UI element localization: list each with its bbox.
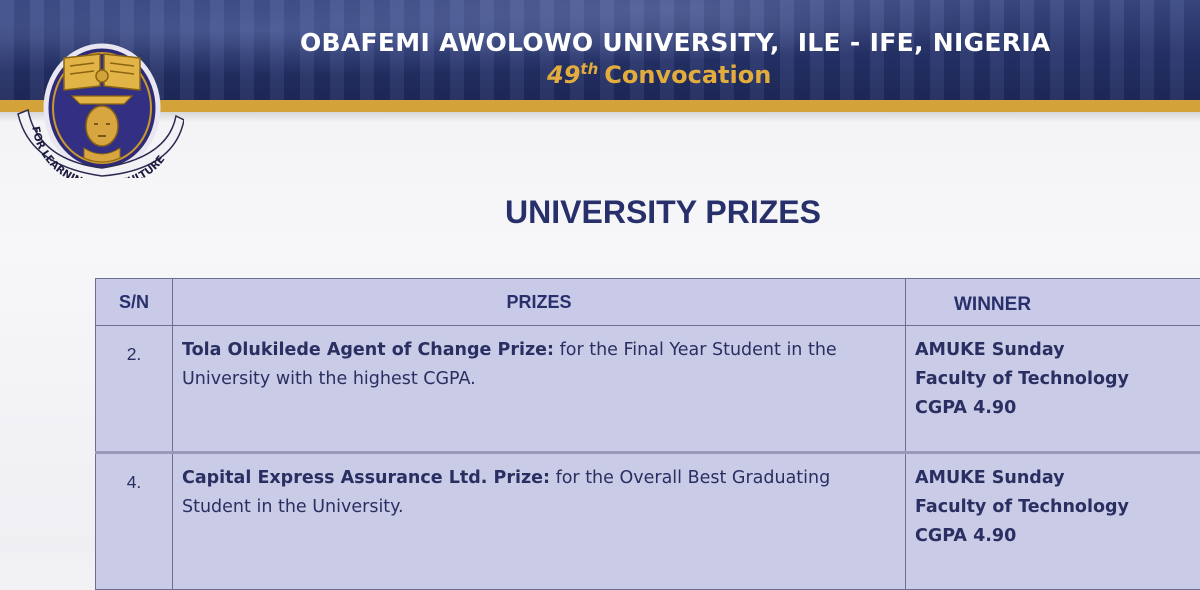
winner-faculty: Faculty of Technology xyxy=(915,493,1200,522)
winner-faculty: Faculty of Technology xyxy=(915,365,1200,394)
prize-name: Tola Olukilede Agent of Change Prize: xyxy=(182,340,554,360)
header-winner: WINNER xyxy=(906,279,1200,326)
page-title: UNIVERSITY PRIZES xyxy=(0,194,1200,231)
university-crest-logo: FOR LEARNING AND CULTURE xyxy=(8,30,184,178)
prize-description: Tola Olukilede Agent of Change Prize: fo… xyxy=(173,326,906,453)
serial-number: 4. xyxy=(96,453,173,590)
winner-info: AMUKE Sunday Faculty of Technology CGPA … xyxy=(906,326,1200,453)
winner-name: AMUKE Sunday xyxy=(915,336,1200,365)
winner-cgpa: CGPA 4.90 xyxy=(915,394,1200,423)
prizes-table: S/N PRIZES WINNER 2. Tola Olukilede Agen… xyxy=(95,278,1200,590)
prize-name: Capital Express Assurance Ltd. Prize: xyxy=(182,468,550,488)
table-row: 2. Tola Olukilede Agent of Change Prize:… xyxy=(96,326,1200,453)
header-prizes: PRIZES xyxy=(173,279,906,326)
table-row: 4. Capital Express Assurance Ltd. Prize:… xyxy=(96,453,1200,590)
convocation-suffix: th xyxy=(580,60,598,78)
convocation-label: Convocation xyxy=(604,61,771,89)
winner-info: AMUKE Sunday Faculty of Technology CGPA … xyxy=(906,453,1200,590)
convocation-title: 49th Convocation xyxy=(547,60,771,96)
serial-number: 2. xyxy=(96,326,173,453)
convocation-number: 49 xyxy=(547,61,580,89)
winner-cgpa: CGPA 4.90 xyxy=(915,522,1200,551)
table-header-row: S/N PRIZES WINNER xyxy=(96,279,1200,326)
prize-description: Capital Express Assurance Ltd. Prize: fo… xyxy=(173,453,906,590)
header-sn: S/N xyxy=(96,279,173,326)
university-name: OBAFEMI AWOLOWO UNIVERSITY, ILE - IFE, N… xyxy=(300,28,1180,62)
winner-name: AMUKE Sunday xyxy=(915,464,1200,493)
